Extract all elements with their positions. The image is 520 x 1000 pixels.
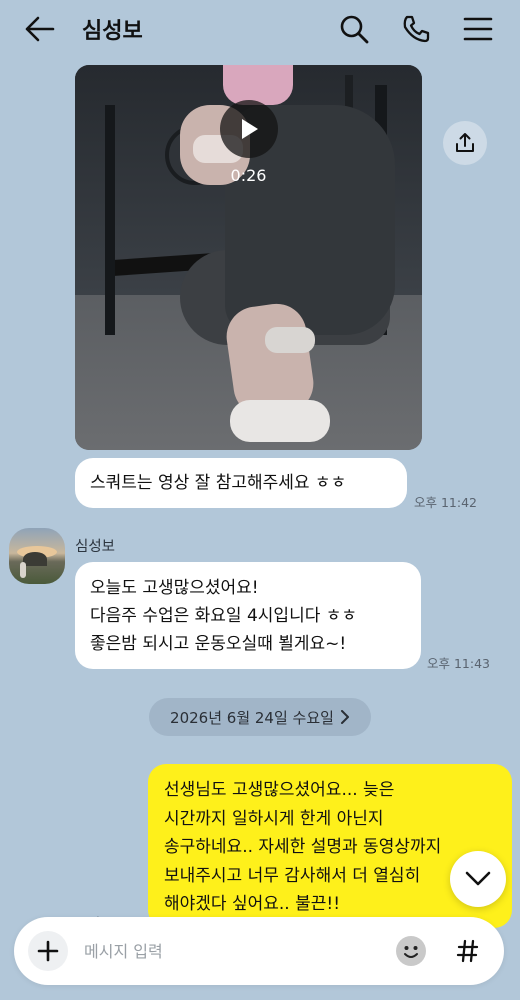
- avatar-photo-person: [20, 562, 26, 578]
- search-icon[interactable]: [334, 9, 374, 49]
- date-divider-label: 2026년 6월 24일 수요일: [170, 708, 334, 727]
- plus-icon: [37, 940, 59, 962]
- message-bubble[interactable]: 스쿼트는 영상 잘 참고해주세요 ㅎㅎ: [75, 458, 407, 508]
- message-bubble[interactable]: 오늘도 고생많으셨어요! 다음주 수업은 화요일 4시입니다 ㅎㅎ 좋은밤 되시…: [75, 562, 421, 669]
- video-scene-shoe: [265, 327, 315, 353]
- share-icon[interactable]: [443, 121, 487, 165]
- avatar-photo-hill: [23, 552, 47, 566]
- message-time: 오후 11:42: [414, 495, 477, 510]
- chevron-down-icon: [465, 871, 491, 886]
- avatar[interactable]: [9, 528, 65, 584]
- hashtag-icon[interactable]: [448, 931, 488, 971]
- chat-title: 심성보: [82, 19, 143, 44]
- message-line: 해야겠다 싶어요.. 불끈!!: [164, 894, 341, 914]
- message-line: 선생님도 고생많으셨어요... 늦은: [164, 780, 395, 800]
- message-line: 다음주 수업은 화요일 4시입니다 ㅎㅎ: [90, 606, 358, 626]
- chevron-right-icon: [340, 710, 349, 724]
- message-input-bar: [14, 917, 504, 985]
- date-divider[interactable]: 2026년 6월 24일 수요일: [149, 698, 371, 736]
- scroll-to-bottom-button[interactable]: [450, 851, 506, 907]
- video-thumbnail[interactable]: 0:26: [75, 65, 422, 450]
- menu-icon[interactable]: [458, 9, 498, 49]
- message-line: 시간까지 일하시게 한게 아닌지: [164, 808, 384, 829]
- video-duration: 0:26: [230, 166, 267, 185]
- message-bubble[interactable]: 선생님도 고생많으셨어요... 늦은 시간까지 일하시게 한게 아닌지 송구하네…: [148, 764, 512, 928]
- video-scene-shoe: [230, 400, 330, 442]
- message-line: 좋은밤 되시고 운동오실때 뵐게요~!: [90, 634, 347, 654]
- sender-name: 심성보: [75, 539, 116, 555]
- message-line: 송구하네요.. 자세한 설명과 동영상까지: [164, 837, 442, 857]
- chat-header: 심성보: [0, 0, 520, 58]
- message-line: 보내주시고 너무 감사해서 더 열심히: [164, 865, 421, 886]
- message-input[interactable]: [84, 935, 384, 967]
- video-scene-rack: [105, 105, 115, 335]
- back-arrow-icon[interactable]: [20, 9, 60, 49]
- video-scene-towel: [223, 65, 293, 105]
- attach-button[interactable]: [28, 931, 68, 971]
- message-time: 오후 11:43: [427, 656, 490, 671]
- message-line: 오늘도 고생많으셨어요!: [90, 578, 259, 598]
- play-icon[interactable]: [220, 100, 278, 158]
- emoji-icon[interactable]: [394, 934, 428, 968]
- phone-icon[interactable]: [396, 9, 436, 49]
